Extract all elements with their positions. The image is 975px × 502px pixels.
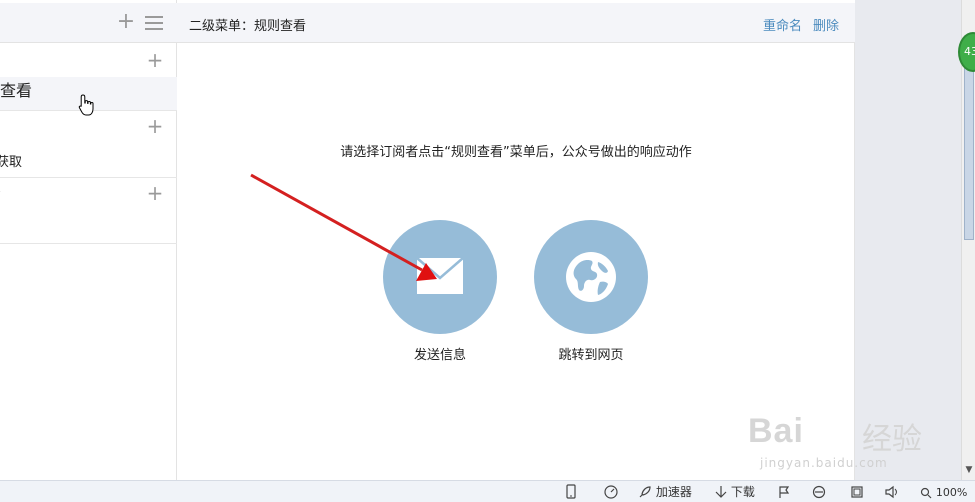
baidu-jingyan-watermark: Bai 经验 jingyan.baidu.com [748,400,928,480]
add-menu-icon[interactable]: + [116,11,136,33]
jump-to-webpage-action[interactable]: 跳转到网页 [534,220,648,363]
send-message-label: 发送信息 [413,348,466,363]
add-submenu-icon[interactable]: + [146,116,164,136]
accelerator-button[interactable]: 加速器 [638,484,692,500]
editor-title: 二级菜单：规则查看 [189,19,307,34]
window-icon[interactable] [850,484,864,500]
globe-icon [566,252,616,302]
download-button[interactable]: 下载 [715,484,755,500]
watermark-logo: Bai [748,412,804,450]
speed-dial-icon[interactable] [604,484,618,500]
menu-item[interactable]: 获取 [0,144,177,177]
rename-link[interactable]: 重命名 [763,15,802,34]
sort-menu-icon[interactable] [145,16,163,30]
send-message-action[interactable]: 发送信息 [383,220,497,363]
jump-to-webpage-button[interactable] [534,220,648,334]
magnifier-icon [920,487,932,499]
add-submenu-icon[interactable]: + [146,183,164,203]
mobile-icon[interactable] [566,484,576,500]
divider [0,243,177,244]
hand-cursor-icon [78,94,94,116]
flag-icon[interactable] [778,484,790,500]
volume-icon[interactable] [884,484,900,500]
ie-icon[interactable] [812,484,826,500]
watermark-url: jingyan.baidu.com [760,456,888,470]
menu-item-label: 获取 [0,155,23,170]
menu-list-header: + [0,3,177,43]
scroll-down-icon[interactable]: ▼ [963,463,975,477]
send-message-button[interactable] [383,220,497,334]
rocket-icon [639,486,651,498]
accelerator-label: 加速器 [655,485,692,499]
browser-status-bar: 加速器 下载 100% [0,480,975,502]
zoom-level: 100% [935,486,968,499]
vertical-scrollbar[interactable]: ▼ [961,0,975,480]
add-submenu-icon[interactable]: + [146,50,164,70]
zoom-control[interactable]: 100% [920,484,967,500]
envelope-icon [416,257,464,294]
download-arrow-icon [715,486,727,498]
page: + + 查看 + 获取 - + 二级菜单：规则查看 重命名 删除 [0,0,975,502]
menu-group-3[interactable]: - + [0,178,177,211]
menu-item-label: 查看 [0,81,33,100]
action-prompt: 请选择订阅者点击“规则查看”菜单后，公众号做出的响应动作 [340,145,692,160]
editor-header: 二级菜单：规则查看 重命名 删除 [177,3,855,43]
menu-list-panel: + + 查看 + 获取 - + [0,0,177,480]
download-label: 下载 [730,485,755,499]
menu-group-1[interactable]: + [0,44,177,77]
delete-link[interactable]: 删除 [813,15,839,34]
watermark-logo-cn: 经验 [862,422,922,457]
menu-group-label: - [0,184,1,199]
jump-to-webpage-label: 跳转到网页 [558,348,624,363]
